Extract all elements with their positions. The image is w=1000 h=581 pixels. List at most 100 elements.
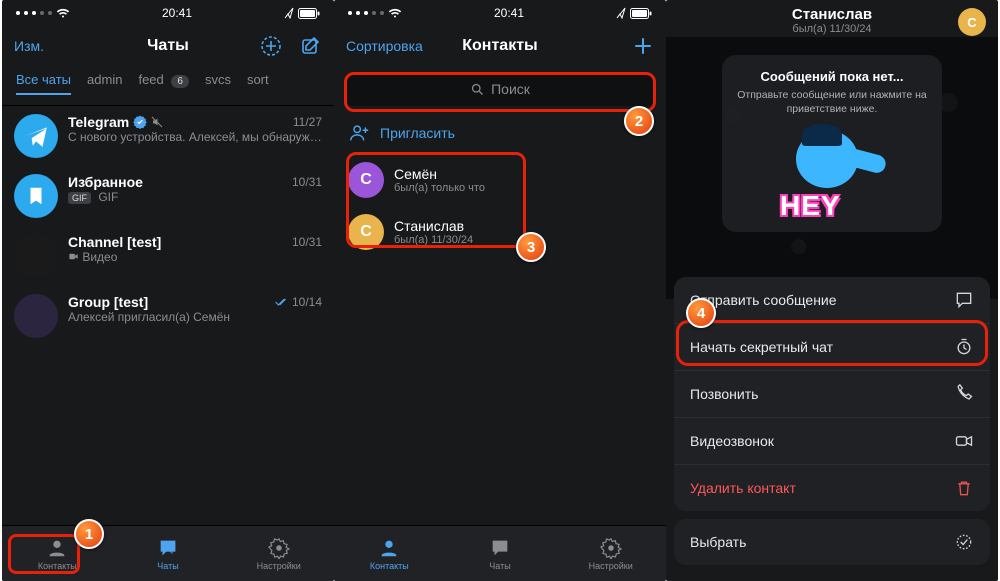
chat-preview: Алексей пригласил(а) Семён (68, 310, 322, 324)
contact-last-seen: был(а) 11/30/24 (666, 23, 998, 35)
chat-name: Telegram (68, 114, 129, 130)
action-video-call[interactable]: Видеозвонок (674, 417, 990, 464)
tab-contacts[interactable]: Контакты (334, 526, 445, 581)
edit-button[interactable]: Изм. (14, 38, 44, 54)
add-contact-icon[interactable] (632, 35, 654, 57)
chat-area-empty: Сообщений пока нет... Отправьте сообщени… (666, 37, 998, 299)
action-label: Удалить контакт (690, 480, 796, 496)
status-bar: 20:41 (334, 0, 666, 26)
chats-icon (489, 537, 511, 559)
tab-label: Настройки (257, 561, 301, 571)
gear-icon (268, 537, 290, 559)
action-select[interactable]: Выбрать (674, 519, 990, 565)
contact-name: Станислав (666, 6, 998, 23)
telegram-plane-icon (23, 123, 49, 149)
empty-state-card: Сообщений пока нет... Отправьте сообщени… (722, 55, 942, 232)
empty-title: Сообщений пока нет... (734, 69, 930, 84)
chat-avatar (14, 114, 58, 158)
callout-2: 2 (624, 106, 654, 136)
callout-3: 3 (516, 232, 546, 262)
tab-chats[interactable]: Чаты (445, 526, 556, 581)
chat-tab-sort[interactable]: sort (247, 72, 269, 95)
action-label: Видеозвонок (690, 433, 774, 449)
wifi-icon (56, 8, 70, 18)
feed-badge: 6 (171, 75, 189, 88)
callout-1: 1 (74, 519, 104, 549)
location-icon (284, 7, 294, 19)
invite-label: Пригласить (380, 125, 455, 141)
chat-time: 11/27 (293, 115, 322, 129)
timer-icon (954, 337, 974, 357)
status-time: 20:41 (162, 6, 192, 20)
chat-header: Станислав был(а) 11/30/24 С (666, 0, 998, 37)
action-send-message[interactable]: Отправить сообщение (674, 277, 990, 323)
bookmark-icon (25, 185, 47, 207)
contact-avatar[interactable]: С (958, 8, 986, 36)
contacts-list: С Семён был(а) только что С Станислав бы… (334, 154, 666, 258)
trash-icon (954, 478, 974, 498)
sort-button[interactable]: Сортировка (346, 38, 423, 54)
tab-label: Чаты (489, 561, 510, 571)
invite-friends-button[interactable]: Пригласить (334, 112, 666, 154)
new-chat-icon[interactable] (260, 35, 282, 57)
phone-icon (954, 384, 974, 404)
location-icon (616, 7, 626, 19)
contact-avatar: С (348, 214, 384, 250)
chat-name: Group [test] (68, 294, 148, 310)
gif-chip: GIF (68, 192, 91, 204)
chat-avatar (14, 174, 58, 218)
read-checks-icon (275, 297, 289, 307)
compose-icon[interactable] (300, 35, 322, 57)
chat-avatar (14, 234, 58, 278)
chat-tab-admin[interactable]: admin (87, 72, 122, 95)
contacts-icon (378, 537, 400, 559)
chat-time: 10/31 (292, 175, 322, 189)
action-call[interactable]: Позвонить (674, 370, 990, 417)
chat-avatar (14, 294, 58, 338)
search-input[interactable]: Поиск (344, 72, 656, 106)
tab-label: Контакты (370, 561, 409, 571)
tab-settings[interactable]: Настройки (223, 526, 334, 581)
wifi-icon (388, 8, 402, 18)
chat-tab-svcs[interactable]: svcs (205, 72, 231, 95)
action-secret-chat[interactable]: Начать секретный чат (674, 323, 990, 370)
callout-4: 4 (686, 298, 716, 328)
battery-icon (630, 8, 652, 19)
search-icon (470, 82, 485, 97)
chat-filter-tabs: Все чаты admin feed 6 svcs sort (2, 66, 334, 106)
video-icon (68, 251, 79, 262)
chat-bubble-icon (954, 290, 974, 310)
contact-row[interactable]: С Станислав был(а) 11/30/24 (334, 206, 666, 258)
tab-label: Контакты (38, 561, 77, 571)
chat-tab-all[interactable]: Все чаты (16, 72, 71, 95)
tab-bar: Контакты Чаты Настройки (334, 525, 666, 581)
chat-row[interactable]: Telegram 11/27 С нового устройства. Алек… (2, 106, 334, 166)
chat-tab-feed[interactable]: feed 6 (138, 72, 189, 95)
tab-label: Настройки (589, 561, 633, 571)
chats-header: Изм. Чаты (2, 26, 334, 66)
check-circle-icon (954, 532, 974, 552)
tab-settings[interactable]: Настройки (555, 526, 666, 581)
chat-name: Channel [test] (68, 234, 161, 250)
phone-contacts: 20:41 Сортировка Контакты Поиск Приг (334, 0, 666, 581)
battery-icon (298, 8, 320, 19)
contact-row[interactable]: С Семён был(а) только что (334, 154, 666, 206)
greeting-sticker[interactable]: HEY (772, 126, 892, 222)
phone-chats: 20:41 Изм. Чаты Все чаты admin feed (2, 0, 334, 581)
chat-preview: С нового устройства. Алексей, мы обнаруж… (68, 130, 322, 144)
status-bar: 20:41 (2, 0, 334, 26)
empty-subtitle: Отправьте сообщение или нажмите на приве… (734, 88, 930, 116)
chat-name: Избранное (68, 174, 143, 190)
contact-name: Семён (394, 166, 485, 182)
contact-last-seen: был(а) только что (394, 182, 485, 194)
status-time: 20:41 (494, 6, 524, 20)
action-delete-contact[interactable]: Удалить контакт (674, 464, 990, 511)
chat-row[interactable]: Channel [test] 10/31 Видео (2, 226, 334, 286)
videocam-icon (954, 431, 974, 451)
chat-row[interactable]: Group [test] 10/14 Алексей пригласил(а) … (2, 286, 334, 346)
action-label: Выбрать (690, 534, 746, 550)
tab-chats[interactable]: Чаты (113, 526, 224, 581)
phone-chat-preview: Станислав был(а) 11/30/24 С Сообщений по… (666, 0, 998, 581)
gear-icon (600, 537, 622, 559)
chat-row[interactable]: Избранное 10/31 GIF GIF (2, 166, 334, 226)
